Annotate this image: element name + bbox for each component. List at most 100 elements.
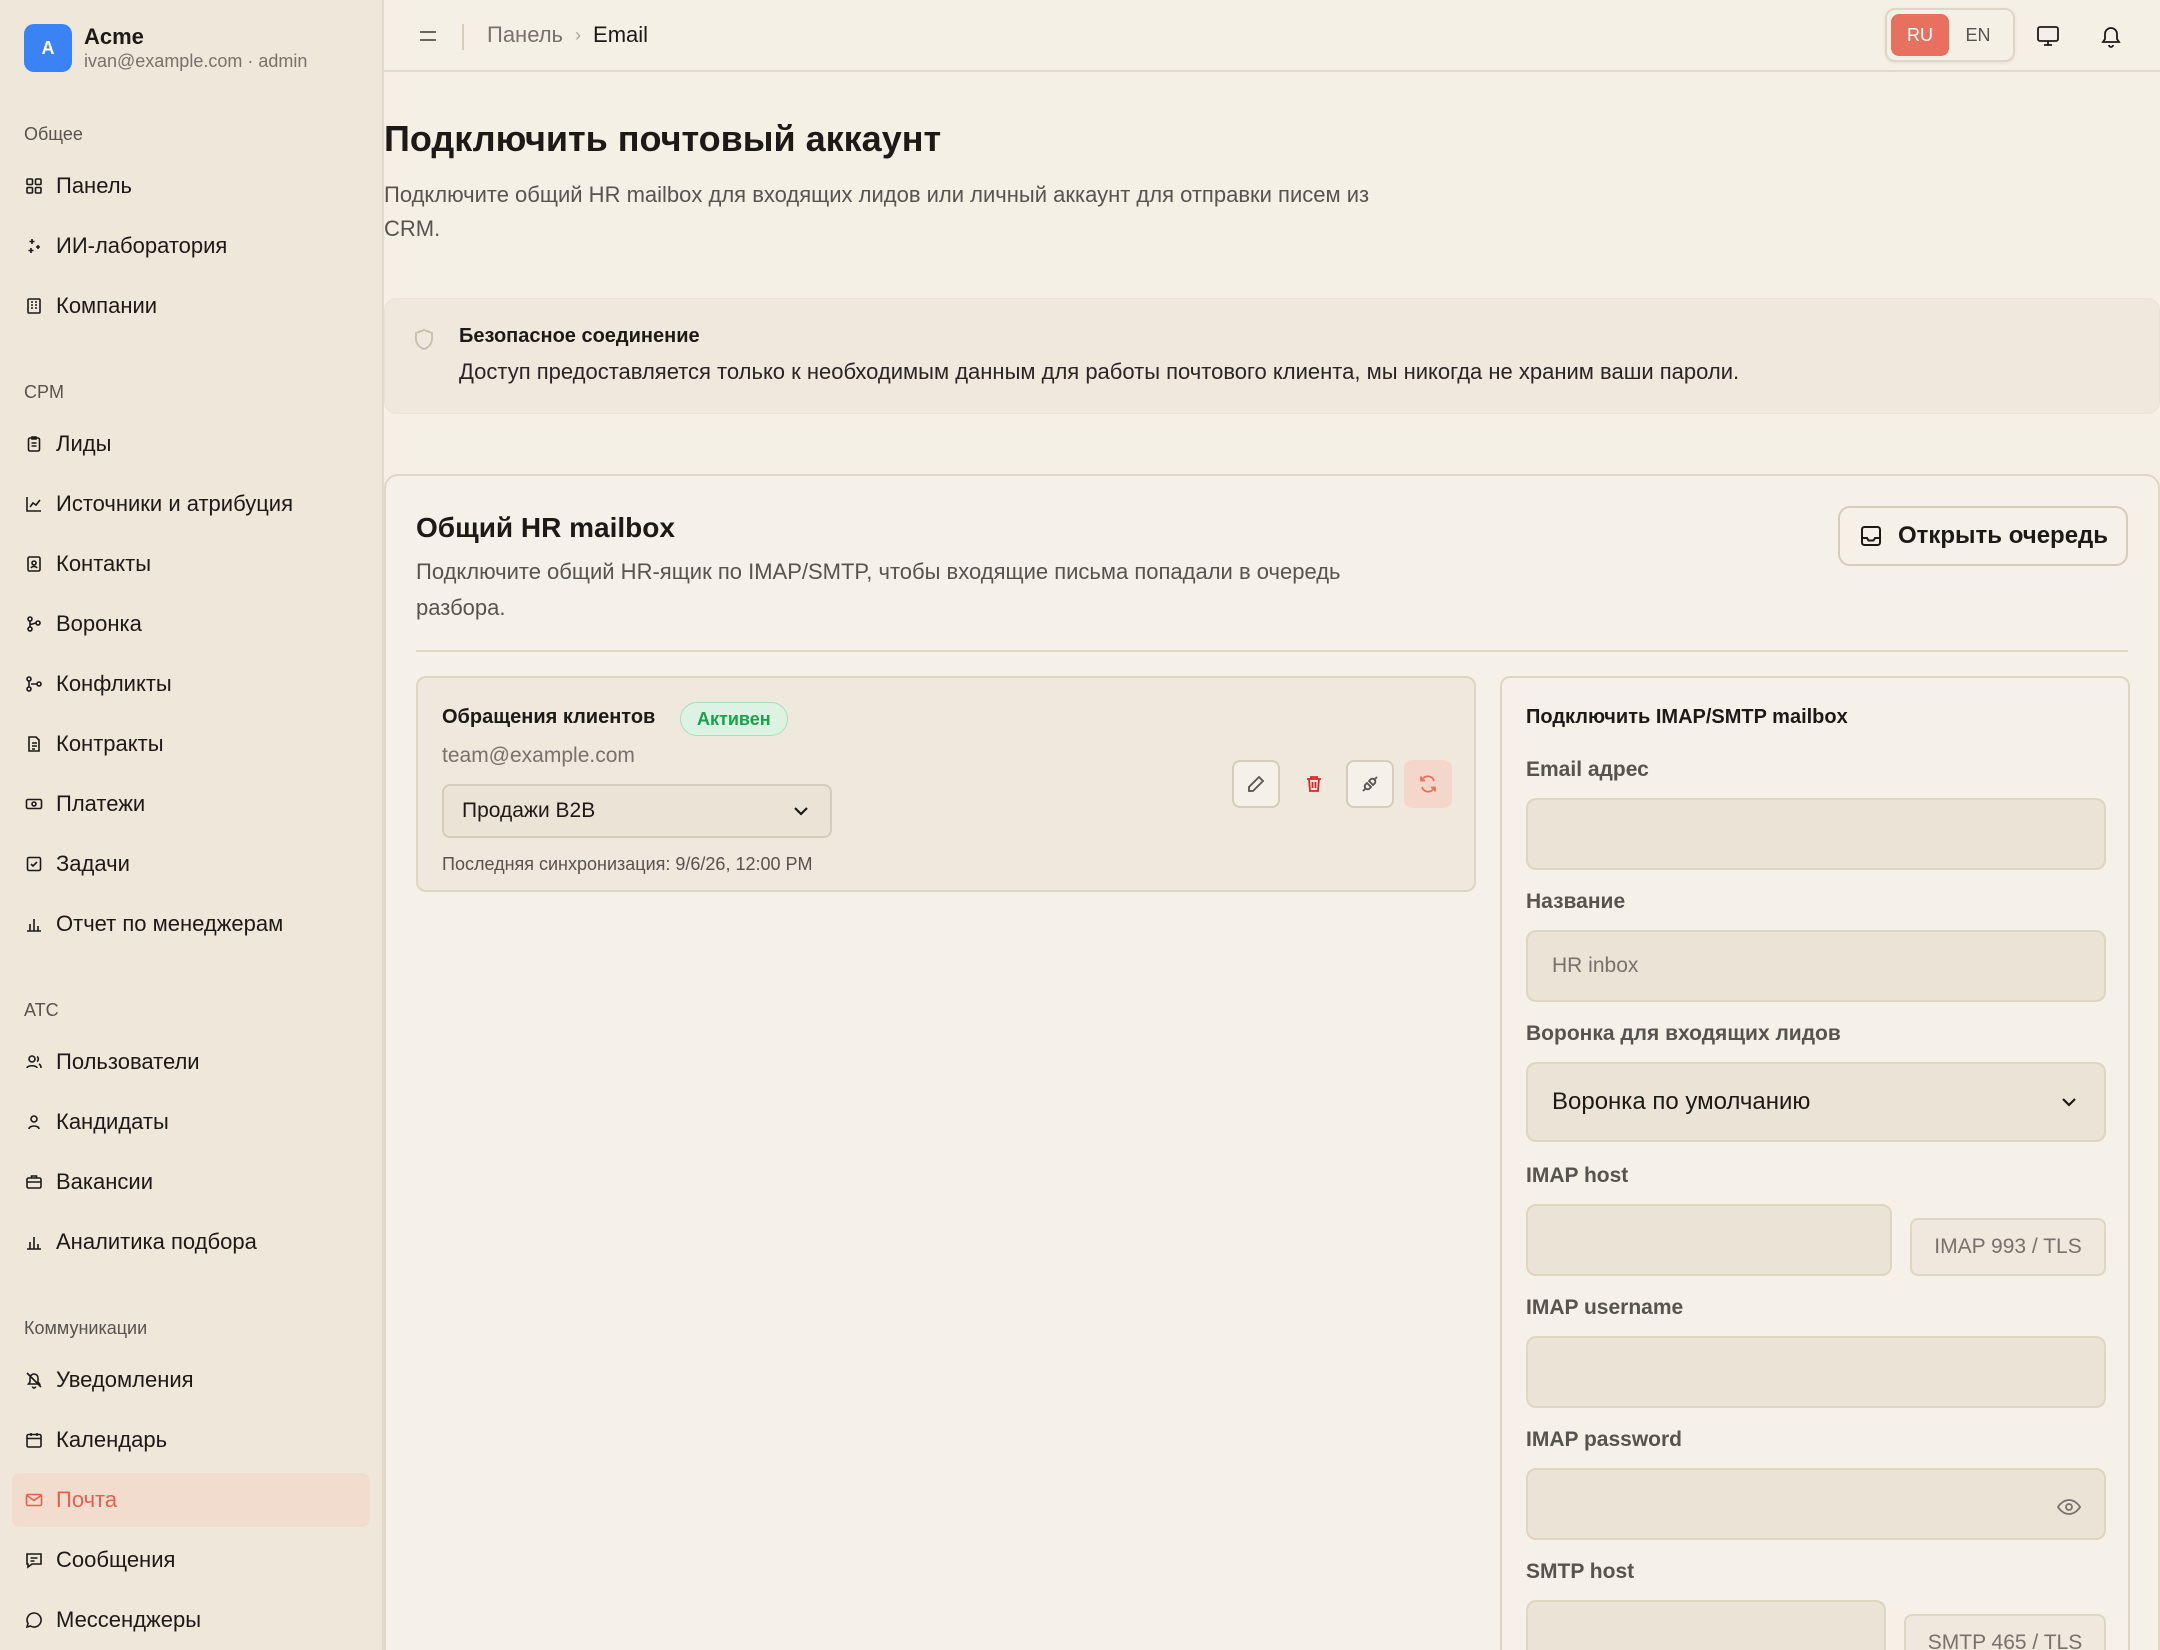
avatar: A [24,24,72,72]
sidebar-item-dashboard[interactable]: Панель [12,159,370,213]
git-branch-icon [24,674,44,694]
name-label: Название [1526,890,1626,913]
workspace-switcher[interactable]: A Acme ivan@example.com · admin [24,24,307,72]
divider [462,24,464,50]
unplug-icon [1362,776,1378,792]
chevron-down-icon [794,807,808,816]
imap-username-field[interactable] [1526,1336,2106,1408]
bar-chart-icon [24,914,44,934]
bell-icon[interactable] [2095,20,2127,52]
monitor-icon[interactable] [2032,20,2064,52]
sidebar-item-label: Задачи [56,851,130,876]
chevron-down-icon [2062,1098,2076,1107]
sidebar-item-tasks[interactable]: Задачи [12,837,370,891]
sidebar-item-label: Уведомления [56,1367,194,1392]
sidebar-item-notifications[interactable]: Уведомления [12,1353,370,1407]
sidebar-item-label: Лиды [56,431,112,456]
sync-button[interactable] [1404,760,1452,808]
nav-section-crm: CPM [24,382,64,402]
sidebar-item-label: Платежи [56,791,146,816]
sidebar-item-calendar[interactable]: Календарь [12,1413,370,1467]
page-title: Подключить почтовый аккаунт [384,118,942,159]
sidebar-item-leads[interactable]: Лиды [12,417,370,471]
breadcrumb-current: Email [593,22,649,47]
sparkles-icon [24,236,44,256]
sidebar-item-messages[interactable]: Сообщения [12,1533,370,1587]
breadcrumb-dashboard[interactable]: Панель [487,22,563,48]
sidebar-item-ai-lab[interactable]: ИИ-лаборатория [12,219,370,273]
lang-ru-button[interactable]: RU [1891,14,1949,56]
sidebar-item-recruiting-analytics[interactable]: Аналитика подбора [12,1215,370,1269]
sidebar-item-payments[interactable]: Платежи [12,777,370,831]
refresh-icon [1420,775,1436,793]
name-field[interactable]: HR inbox [1526,930,2106,1002]
sidebar-item-label: Аналитика подбора [56,1229,257,1254]
open-queue-label: Открыть очередь [1897,522,2109,549]
sidebar-item-label: Мессенджеры [56,1607,202,1632]
email-label: Email адрес [1526,758,1649,781]
disconnect-button[interactable] [1346,760,1394,808]
sidebar-item-label: Конфликты [56,671,172,696]
breadcrumb: Панель › Email [487,22,648,48]
sidebar-item-messengers[interactable]: Мессенджеры [12,1593,370,1647]
sidebar-item-manager-report[interactable]: Отчет по менеджерам [12,897,370,951]
edit-button[interactable] [1232,760,1280,808]
email-field[interactable] [1526,798,2106,870]
sidebar-item-companies[interactable]: Компании [12,279,370,333]
smtp-host-field[interactable] [1526,1600,1886,1650]
sidebar-item-label: Источники и атрибуция [56,491,293,516]
sidebar-item-label: Кандидаты [56,1109,169,1134]
file-text-icon [24,734,44,754]
message-circle-icon [24,1610,44,1630]
git-merge-icon [24,614,44,634]
smtp-host-label: SMTP host [1526,1560,1635,1583]
sidebar-item-vacancies[interactable]: Вакансии [12,1155,370,1209]
nav-section-general: Общее [24,124,83,144]
bar-chart-icon [24,1232,44,1252]
sidebar-item-contacts[interactable]: Контакты [12,537,370,591]
nav-section-ats: ATC [24,1000,59,1020]
sidebar-item-mail[interactable]: Почта [12,1473,370,1527]
inbox-icon [1860,526,1881,546]
imap-password-field[interactable] [1526,1468,2106,1540]
imap-username-label: IMAP username [1526,1296,1684,1319]
sidebar-item-label: Пользователи [56,1049,200,1074]
sidebar-item-conflicts[interactable]: Конфликты [12,657,370,711]
pipeline-select[interactable]: Продажи B2B [442,784,832,838]
sidebar-item-users[interactable]: Пользователи [12,1035,370,1089]
shield-icon [411,327,437,353]
mailbox-item: Обращения клиентов Активен team@example.… [416,676,1476,892]
sidebar-item-candidates[interactable]: Кандидаты [12,1095,370,1149]
incoming-pipeline-value: Воронка по умолчанию [1552,1088,1811,1115]
language-switcher: RU EN [1885,8,2015,62]
sidebar-item-label: Отчет по менеджерам [56,911,284,936]
sidebar-item-funnel[interactable]: Воронка [12,597,370,651]
open-queue-button[interactable]: Открыть очередь [1838,506,2128,566]
divider [416,650,2128,652]
lang-en-button[interactable]: EN [1949,14,2007,56]
secure-text: Доступ предоставляется только к необходи… [459,359,1740,384]
incoming-pipeline-select[interactable]: Воронка по умолчанию [1526,1062,2106,1142]
secure-title: Безопасное соединение [459,325,700,347]
contact-book-icon [24,554,44,574]
sidebar-item-sources[interactable]: Источники и атрибуция [12,477,370,531]
imap-port-select[interactable]: IMAP 993 / TLS [1910,1218,2106,1276]
imap-smtp-form: Подключить IMAP/SMTP mailbox Email адрес… [1500,676,2130,1650]
secure-connection-notice: Безопасное соединение Доступ предоставля… [384,298,2160,414]
imap-host-field[interactable] [1526,1204,1892,1276]
users-icon [24,1052,44,1072]
smtp-port-select[interactable]: SMTP 465 / TLS [1904,1614,2106,1650]
sidebar-toggle-icon[interactable] [414,22,442,50]
calendar-icon [24,1430,44,1450]
last-sync-text: Последняя синхронизация: 9/6/26, 12:00 P… [442,854,813,874]
sidebar-item-label: Контакты [56,551,152,576]
user-icon [24,1112,44,1132]
trash-icon [1307,776,1321,792]
page-description: Подключите общий HR mailbox для входящих… [384,182,1370,241]
sidebar-item-contracts[interactable]: Контракты [12,717,370,771]
sidebar-item-label: Почта [56,1487,118,1512]
delete-button[interactable] [1290,760,1338,808]
imap-password-label: IMAP password [1526,1428,1682,1451]
name-placeholder: HR inbox [1552,954,1639,977]
card-title: Общий HR mailbox [416,512,675,543]
